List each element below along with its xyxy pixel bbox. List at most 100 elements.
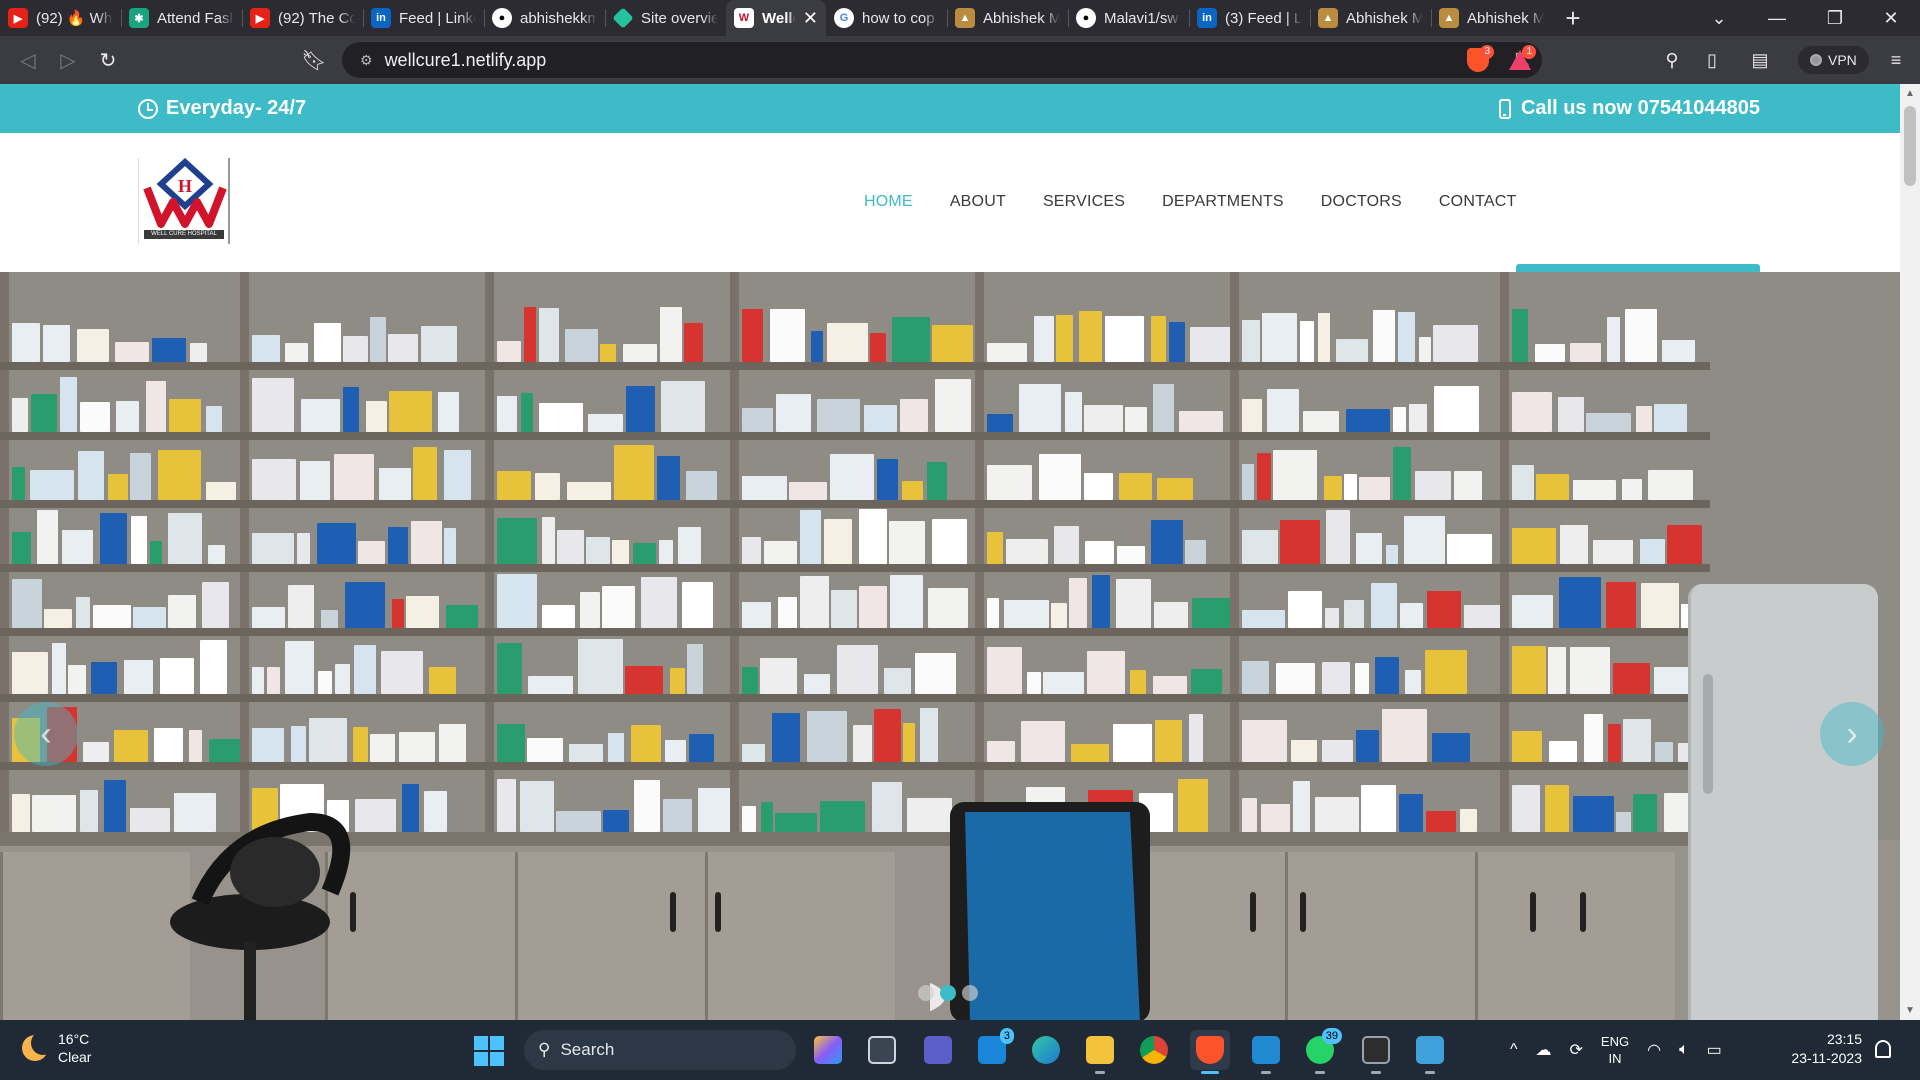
nav-link-contact[interactable]: CONTACT [1439, 193, 1517, 211]
tab-title: Malavi1/sw [1104, 9, 1179, 27]
vscode-icon[interactable] [1246, 1030, 1286, 1074]
browser-tab[interactable]: ▶ (92) The Co [242, 0, 363, 36]
whatsapp-badge: 39 [1321, 1028, 1342, 1044]
taskbar-search[interactable]: ⚲ Search [524, 1030, 796, 1070]
extensions-puzzle-icon[interactable]: ⚲ [1656, 44, 1688, 76]
wifi-icon[interactable]: ◠ [1647, 1040, 1661, 1060]
battery-icon[interactable]: ▭ [1707, 1040, 1722, 1060]
browser-tab[interactable]: ✱ Attend Fash [121, 0, 242, 36]
notepad-icon[interactable] [1410, 1030, 1450, 1074]
carousel-dot[interactable] [940, 985, 956, 1001]
mail-icon[interactable]: 3 [972, 1028, 1014, 1070]
call-text[interactable]: Call us now 07541044805 [1521, 97, 1760, 120]
onedrive-icon[interactable]: ☁ [1536, 1040, 1552, 1060]
forward-button[interactable]: ▷ [48, 40, 88, 80]
browser-tab[interactable]: in (3) Feed | Li [1189, 0, 1310, 36]
url-text: wellcure1.netlify.app [384, 49, 547, 70]
edge-icon[interactable] [1026, 1030, 1066, 1070]
site-header: H WELL CURE HOSPITAL HOME ABOUT SERVICES DE… [0, 133, 1900, 272]
carousel-next-button[interactable]: › [1820, 702, 1884, 766]
mobile-phone-icon [1498, 98, 1511, 119]
google-icon: G [834, 8, 854, 28]
netlify-icon [612, 7, 634, 29]
carousel-dot[interactable] [918, 985, 934, 1001]
back-button[interactable]: ◁ [8, 40, 48, 80]
address-bar[interactable]: ⚙︎ wellcure1.netlify.app ⇱ [342, 42, 1542, 78]
scroll-up-icon[interactable]: ▲ [1900, 88, 1920, 99]
github-icon: ● [1076, 8, 1096, 28]
brave-rewards-button[interactable]: 1 [1504, 44, 1536, 76]
search-icon: ⚲ [538, 1040, 551, 1059]
tab-title: Feed | Linke [399, 9, 476, 27]
tab-title: abhishekkm [520, 9, 597, 27]
copilot-icon[interactable] [808, 1030, 848, 1070]
volume-icon[interactable]: 🔈︎ [1679, 1041, 1689, 1059]
nav-link-departments[interactable]: DEPARTMENTS [1162, 193, 1284, 211]
brave-taskbar-icon[interactable] [1190, 1030, 1230, 1074]
new-tab-button[interactable]: + [1552, 3, 1594, 34]
brave-shields-button[interactable]: 3 [1462, 44, 1494, 76]
browser-tab[interactable]: ▲ Abhishek M [1310, 0, 1431, 36]
scrollbar-thumb[interactable] [1904, 106, 1916, 186]
close-window-button[interactable]: ✕ [1862, 0, 1920, 36]
call-us[interactable]: Call us now 07541044805 [1498, 97, 1760, 120]
sync-icon[interactable]: ⟳ [1570, 1040, 1583, 1060]
page-scrollbar[interactable]: ▲ ▼ [1900, 84, 1920, 1020]
hero-fridge [1688, 584, 1878, 1020]
browser-tab[interactable]: ▲ Abhishek M [947, 0, 1068, 36]
tab-title: Abhishek M [1467, 9, 1544, 27]
show-hidden-icons-chevron-icon[interactable]: ^ [1510, 1041, 1518, 1059]
task-view-icon[interactable] [862, 1030, 902, 1070]
github-icon: ● [492, 8, 512, 28]
browser-tab[interactable]: ▶ (92) 🔥 Wh [0, 0, 121, 36]
nav-link-home[interactable]: HOME [864, 193, 913, 211]
maximize-button[interactable]: ❐ [1806, 0, 1864, 36]
windows-taskbar: 16°C Clear ⚲ Search 3 39 ^ ☁ ⟳ ENG IN ◠ … [0, 1020, 1920, 1080]
browser-tab[interactable]: Site overvie [605, 0, 726, 36]
opening-hours: Everyday- 24/7 [138, 97, 306, 120]
menu-hamburger-icon[interactable]: ≡ [1880, 44, 1912, 76]
logo-letter: H [178, 176, 192, 196]
notification-bell-icon[interactable] [1875, 1040, 1891, 1058]
taskbar-clock[interactable]: 23:15 23-11-2023 [1780, 1030, 1862, 1068]
teams-icon[interactable] [918, 1030, 958, 1070]
chrome-icon[interactable] [1134, 1030, 1174, 1070]
vpn-button[interactable]: VPN [1798, 46, 1869, 74]
scroll-down-icon[interactable]: ▼ [1900, 1005, 1920, 1016]
nav-link-doctors[interactable]: DOCTORS [1321, 193, 1402, 211]
bookmark-icon[interactable]: 🔖︎ [294, 40, 334, 80]
browser-tab[interactable]: in Feed | Linke [363, 0, 484, 36]
start-button[interactable] [474, 1036, 504, 1066]
shield-count-badge: 3 [1480, 45, 1494, 59]
language-indicator[interactable]: ENG IN [1601, 1033, 1629, 1067]
file-explorer-icon[interactable] [1080, 1030, 1120, 1074]
nav-link-services[interactable]: SERVICES [1043, 193, 1125, 211]
carousel-indicators [918, 985, 978, 1001]
site-info-icon[interactable]: ⚙︎ [360, 52, 373, 69]
moon-icon [22, 1031, 55, 1061]
close-tab-icon[interactable]: ✕ [803, 8, 818, 29]
system-tray: ^ ☁ ⟳ ENG IN ◠ 🔈︎ ▭ [1510, 1030, 1722, 1070]
tab-title: (92) 🔥 Wh [36, 10, 113, 27]
weather-temp: 16°C [58, 1031, 90, 1047]
clock-date: 23-11-2023 [1791, 1050, 1862, 1066]
nav-link-about[interactable]: ABOUT [950, 193, 1006, 211]
browser-tab[interactable]: W Wellcu ✕ [726, 0, 826, 36]
wellcure-logo[interactable]: H WELL CURE HOSPITAL [138, 158, 230, 244]
browser-tab[interactable]: ● Malavi1/sw [1068, 0, 1189, 36]
carousel-prev-button[interactable]: ‹ [14, 702, 78, 766]
weather-widget[interactable]: 16°C Clear [22, 1030, 91, 1066]
minimize-button[interactable]: — [1748, 0, 1806, 36]
tab-search-chevron-icon[interactable]: ⌄ [1690, 0, 1748, 36]
browser-tab[interactable]: Ghow to cop [826, 0, 947, 36]
browser-tab[interactable]: ▲ Abhishek M [1431, 0, 1552, 36]
terminal-icon[interactable] [1356, 1030, 1396, 1074]
carousel-dot[interactable] [962, 985, 978, 1001]
whatsapp-icon[interactable]: 39 [1300, 1028, 1342, 1074]
reload-button[interactable]: ↻ [88, 40, 128, 80]
browser-tab[interactable]: ● abhishekkm [484, 0, 605, 36]
profile-icon: ▲ [1439, 8, 1459, 28]
sidebar-toggle-icon[interactable]: ▯ [1696, 44, 1728, 76]
tab-title: Site overvie [641, 9, 718, 27]
wallet-icon[interactable]: ▤ [1744, 44, 1776, 76]
